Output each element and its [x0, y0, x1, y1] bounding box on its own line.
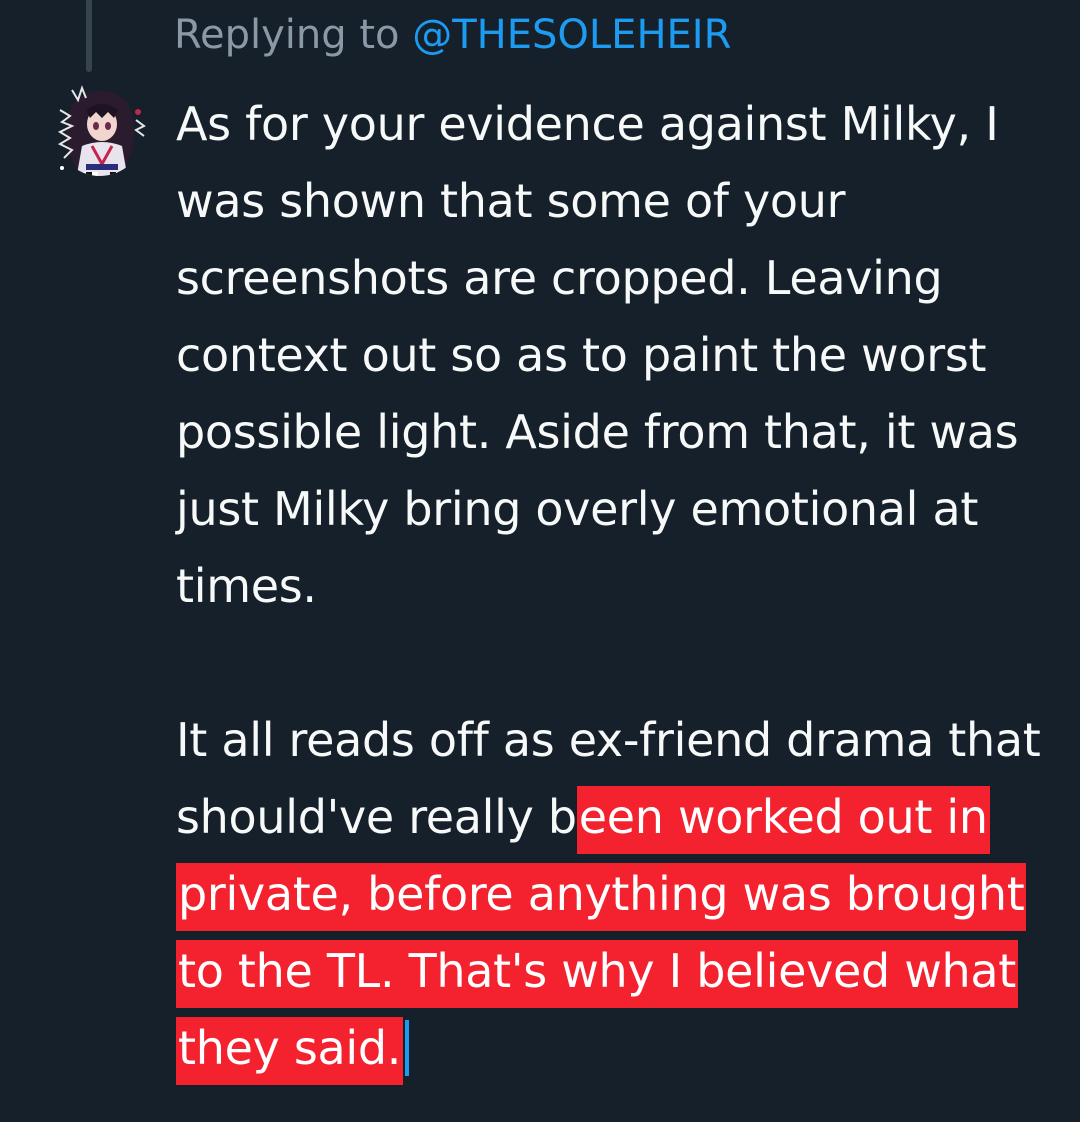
thread-connector-line: [86, 0, 92, 72]
replying-to-label: Replying to: [174, 12, 400, 58]
tweet-body: As for your evidence against Milky, I wa…: [176, 86, 1056, 1087]
user-avatar[interactable]: [52, 80, 148, 190]
tweet-paragraph-2: It all reads off as ex-friend drama that…: [176, 702, 1056, 1087]
anime-character-avatar-icon: [56, 85, 146, 176]
selection-caret-handle[interactable]: [405, 1020, 410, 1076]
replying-to-line: Replying to @THESOLEHEIR: [174, 10, 731, 60]
tweet-paragraph-1: As for your evidence against Milky, I wa…: [176, 97, 1019, 613]
replied-user-mention-link[interactable]: @THESOLEHEIR: [412, 12, 731, 58]
